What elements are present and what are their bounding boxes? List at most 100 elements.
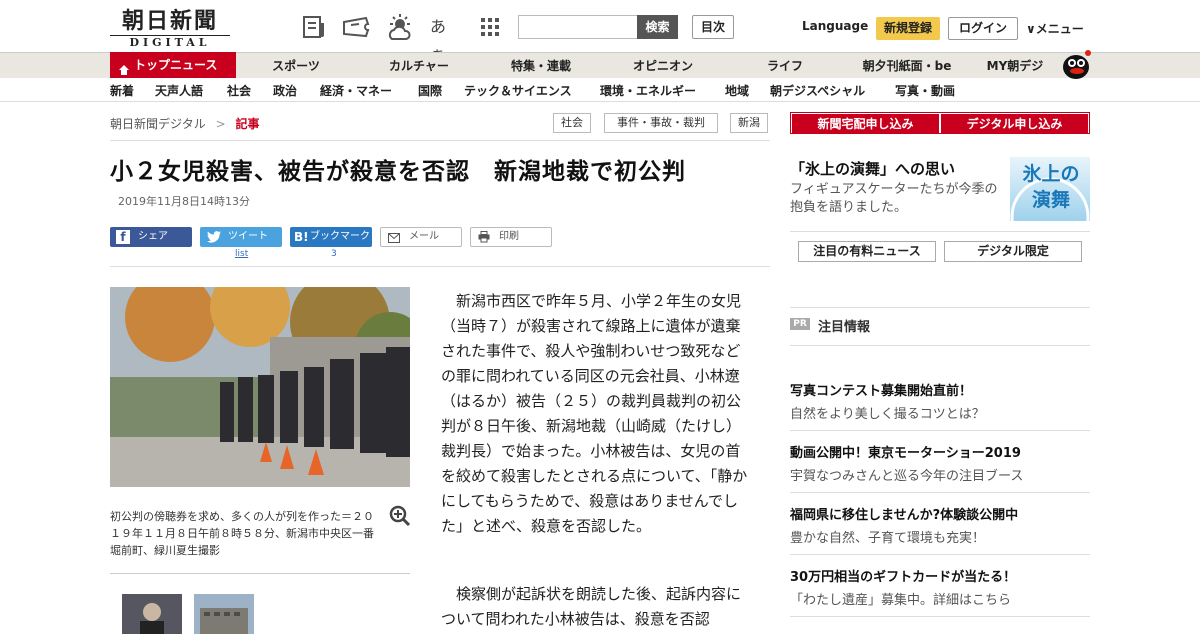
hatena-bookmark-button[interactable]: B! ブックマーク [290,227,372,247]
promo-text: 豊かな自然、子育て環境も充実！ [790,531,986,546]
pr-heading: 注目情報 [818,320,871,335]
mascot-icon[interactable] [1060,47,1092,79]
twitter-list-link[interactable]: list [235,249,248,259]
subnav-photo[interactable]: 写真・動画 [895,82,955,99]
search-button[interactable]: 検索 [637,15,678,39]
tab-paid-news[interactable]: 注目の有料ニュース [798,241,936,262]
article-title: 小２女児殺害、被告が殺意を否認 新潟地裁で初公判 [110,159,686,185]
mail-label: メール [409,231,439,242]
subnav-tenseijingo[interactable]: 天声人語 [155,82,203,99]
register-button[interactable]: 新規登録 [876,17,940,40]
photo-thumbnail[interactable] [194,594,254,634]
subscription-box: 新聞宅配申し込み デジタル申し込み [790,112,1090,134]
divider [790,554,1090,555]
divider [110,140,770,141]
facebook-label: シェア [138,231,168,242]
divider [790,616,1090,617]
promo-title[interactable]: 写真コンテスト募集開始直前！ [790,380,972,399]
hatena-icon: B! [294,230,309,244]
promo-title[interactable]: 福岡県に移住しませんか?体験談公開中 [790,504,1018,523]
site-logo[interactable]: 朝日新聞 DIGITAL [110,8,230,49]
home-icon [118,59,130,75]
twitter-icon [207,231,221,243]
promo-title[interactable]: 動画公開中！東京モーターショー2019 [790,442,1021,461]
print-button[interactable]: 印刷 [470,227,552,247]
breadcrumb: 朝日新聞デジタル > 記事 [110,115,260,132]
divider [790,430,1090,431]
twitter-label: ツイート [228,231,268,242]
nav-item-features[interactable]: 特集・連載 [482,53,600,79]
subnav-region[interactable]: 地域 [725,82,749,99]
logo-sub: DIGITAL [110,35,230,49]
subnav-international[interactable]: 国際 [418,82,442,99]
nav-item-top-news[interactable]: トップニュース [110,52,236,78]
font-size-icon[interactable]: あぁ [430,13,458,64]
feature-image-text: 氷上の演舞 [1022,163,1080,211]
language-link[interactable]: Language [802,19,868,33]
article-body: 検察側が起訴状を朗読した後、起訴内容について問われた小林被告は、殺意を否認 [441,585,742,628]
article-body: 新潟市西区で昨年５月、小学２年生の女児（当時７）が殺害されて線路上に遺体が遺棄さ… [441,292,748,535]
nav-item-opinion[interactable]: オピニオン [604,53,722,79]
divider [110,573,410,574]
grid-icon[interactable] [476,13,504,41]
breadcrumb-root[interactable]: 朝日新聞デジタル [110,117,206,131]
hatena-count[interactable]: 3 [331,249,337,259]
toc-button[interactable]: 目次 [692,15,734,39]
nav-item-life[interactable]: ライフ [726,53,844,79]
mail-button[interactable]: メール [380,227,462,247]
divider [790,231,1090,232]
tag-niigata[interactable]: 新潟 [730,113,768,133]
weather-icon[interactable] [386,13,414,41]
promo-text: 自然をより美しく撮るコツとは？ [790,407,985,422]
subnav-politics[interactable]: 政治 [273,82,297,99]
print-label: 印刷 [499,231,519,242]
nav-item-sports[interactable]: スポーツ [236,53,356,79]
divider [790,307,1090,308]
tab-digital-only[interactable]: デジタル限定 [944,241,1082,262]
tag-society[interactable]: 社会 [553,113,591,133]
subnav-tech[interactable]: テック＆サイエンス [464,82,572,99]
mail-icon [388,232,400,243]
photo-caption: 初公判の傍聴券を求め、多くの人が列を作った＝２０１９年１１月８日午前８時５８分、… [110,510,374,557]
twitter-share-button[interactable]: ツイート [200,227,282,247]
ticket-icon[interactable] [342,13,370,41]
sub-nav: 新着 天声人語 社会 政治 経済・マネー 国際 テック＆サイエンス 環境・エネル… [0,78,1200,102]
article-photo[interactable] [110,287,410,487]
promo-title[interactable]: 30万円相当のギフトカードが当たる！ [790,566,1016,585]
feature-image[interactable]: 氷上の演舞 [1010,157,1090,221]
promo-text: 宇賀なつみさんと巡る今年の注目ブース [790,469,1024,484]
photo-thumbnail[interactable] [122,594,182,634]
menu-button[interactable]: ∨メニュー [1026,20,1084,37]
login-button[interactable]: ログイン [948,17,1018,40]
search-input[interactable] [518,15,638,39]
nav-item-paper[interactable]: 朝夕刊紙面・be [848,53,966,79]
nav-item-culture[interactable]: カルチャー [360,53,478,79]
promo-text: 「わたし遺産」募集中。詳細はこちら [790,593,1012,608]
subnav-economy[interactable]: 経済・マネー [320,82,392,99]
zoom-icon[interactable] [389,505,411,527]
feature-text: フィギュアスケーターたちが今季の抱負を語りました。 [790,182,998,215]
tag-incident[interactable]: 事件・事故・裁判 [604,113,718,133]
print-icon [478,231,490,243]
subnav-society[interactable]: 社会 [227,82,251,99]
subnav-special[interactable]: 朝デジスペシャル [770,82,865,99]
newspaper-subscribe-button[interactable]: 新聞宅配申し込み [792,114,939,134]
breadcrumb-sep: > [215,117,226,131]
digital-subscribe-button[interactable]: デジタル申し込み [941,114,1088,134]
facebook-icon: f [116,230,130,244]
hatena-label: ブックマーク [310,231,370,242]
divider [110,266,770,267]
logo-main: 朝日新聞 [121,8,218,34]
newspaper-icon[interactable] [300,13,328,41]
nav-item-top-label: トップニュース [134,58,218,72]
article-date: 2019年11月8日14時13分 [118,195,250,208]
facebook-share-button[interactable]: f シェア [110,227,192,247]
subnav-environment[interactable]: 環境・エネルギー [600,82,696,99]
nav-item-my[interactable]: MY朝デジ [970,53,1060,79]
feature-title[interactable]: 「氷上の演舞」への思い [790,158,955,179]
subnav-new[interactable]: 新着 [110,82,134,99]
divider [790,492,1090,493]
pr-badge: PR [790,318,810,330]
breadcrumb-current: 記事 [235,117,260,131]
divider [790,345,1090,346]
